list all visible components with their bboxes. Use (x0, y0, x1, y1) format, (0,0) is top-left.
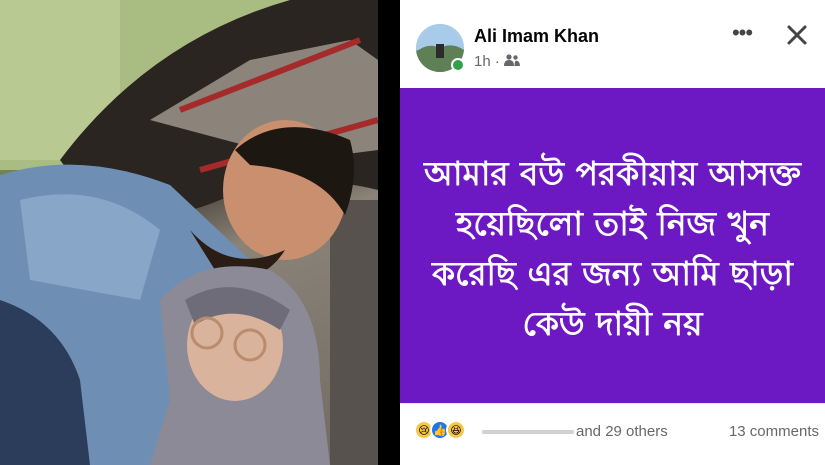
post-header: Ali Imam Khan 1h · ••• (400, 0, 825, 88)
haha-reaction-icon: 😆 (446, 420, 466, 440)
post-meta: 1h · (474, 53, 520, 70)
friends-icon (503, 53, 520, 70)
image-divider (378, 0, 400, 465)
shared-photo[interactable] (0, 0, 378, 465)
close-icon[interactable] (784, 22, 810, 48)
blurred-names (482, 430, 574, 434)
post-body: আমার বউ পরকীয়ায় আসক্ত হয়েছিলো তাই নিজ… (400, 88, 825, 403)
couple-selfie-photo (0, 0, 378, 465)
post-time[interactable]: 1h (474, 53, 491, 70)
reactions-others[interactable]: and 29 others (576, 423, 668, 440)
facebook-post: Ali Imam Khan 1h · ••• আমার বউ পরকীয়ায়… (400, 0, 825, 465)
more-options-icon[interactable]: ••• (730, 22, 754, 46)
online-status-indicator (451, 58, 465, 72)
meta-separator: · (494, 53, 500, 70)
comments-count[interactable]: 13 comments (729, 423, 819, 440)
post-text: আমার বউ পরকীয়ায় আসক্ত হয়েছিলো তাই নিজ… (424, 153, 801, 343)
post-footer: 😢 👍 😆 and 29 others 13 comments (400, 403, 825, 465)
author-name[interactable]: Ali Imam Khan (474, 26, 599, 47)
reactions-summary[interactable]: 😢 👍 😆 (414, 420, 466, 440)
